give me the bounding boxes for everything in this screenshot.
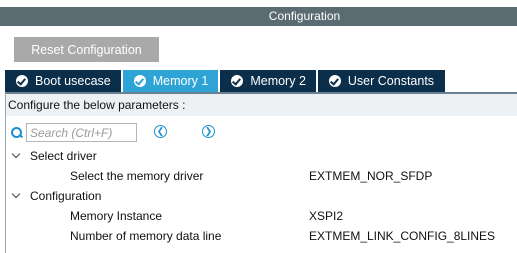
reset-configuration-button[interactable]: Reset Configuration xyxy=(14,37,159,62)
tab-label: User Constants xyxy=(347,74,435,88)
search-previous-button[interactable]: ❮ xyxy=(154,125,167,138)
search-next-button[interactable]: ❯ xyxy=(202,125,215,138)
tab-label: Memory 2 xyxy=(250,74,306,88)
tab-user-constants[interactable]: User Constants xyxy=(317,70,448,92)
parameters-panel: Configure the below parameters : ❮ ❯ Sel… xyxy=(5,92,517,253)
tab-memory-1[interactable]: Memory 1 xyxy=(122,70,221,92)
search-input[interactable] xyxy=(26,123,137,142)
param-number-of-data-lines[interactable]: Number of memory data line xyxy=(70,227,221,245)
tab-label: Boot usecase xyxy=(35,74,111,88)
panel-header: Configure the below parameters : xyxy=(6,94,517,116)
tree-group-configuration[interactable]: Configuration xyxy=(12,187,101,205)
window-title: Configuration xyxy=(268,9,341,23)
title-bar: Configuration xyxy=(0,0,517,26)
check-circle-icon xyxy=(16,75,28,87)
check-circle-icon xyxy=(328,75,341,87)
tab-bar: Boot usecase Memory 1 Memory 2 User Cons… xyxy=(5,70,448,92)
group-label: Select driver xyxy=(30,149,97,163)
param-memory-instance[interactable]: Memory Instance xyxy=(70,207,162,225)
param-name: Memory Instance xyxy=(70,209,163,223)
param-value[interactable]: XSPI2 xyxy=(309,209,343,223)
check-circle-icon xyxy=(231,75,244,87)
search-icon[interactable] xyxy=(11,126,23,139)
param-value[interactable]: EXTMEM_NOR_SFDP xyxy=(309,169,432,183)
param-name: Select the memory driver xyxy=(70,169,204,183)
chevron-down-icon[interactable] xyxy=(12,192,21,201)
param-select-memory-driver[interactable]: Select the memory driver xyxy=(70,167,203,185)
tree-group-select-driver[interactable]: Select driver xyxy=(12,147,97,165)
group-label: Configuration xyxy=(30,189,102,203)
check-circle-icon xyxy=(133,75,146,87)
chevron-down-icon[interactable] xyxy=(12,152,21,161)
title-bar-top-strip xyxy=(0,0,517,7)
param-name: Number of memory data line xyxy=(70,229,222,243)
tab-memory-2[interactable]: Memory 2 xyxy=(220,70,318,92)
tab-label: Memory 1 xyxy=(152,74,209,88)
tab-boot-usecase[interactable]: Boot usecase xyxy=(5,70,123,92)
search-bar xyxy=(11,123,137,142)
param-value[interactable]: EXTMEM_LINK_CONFIG_8LINES xyxy=(309,229,495,243)
